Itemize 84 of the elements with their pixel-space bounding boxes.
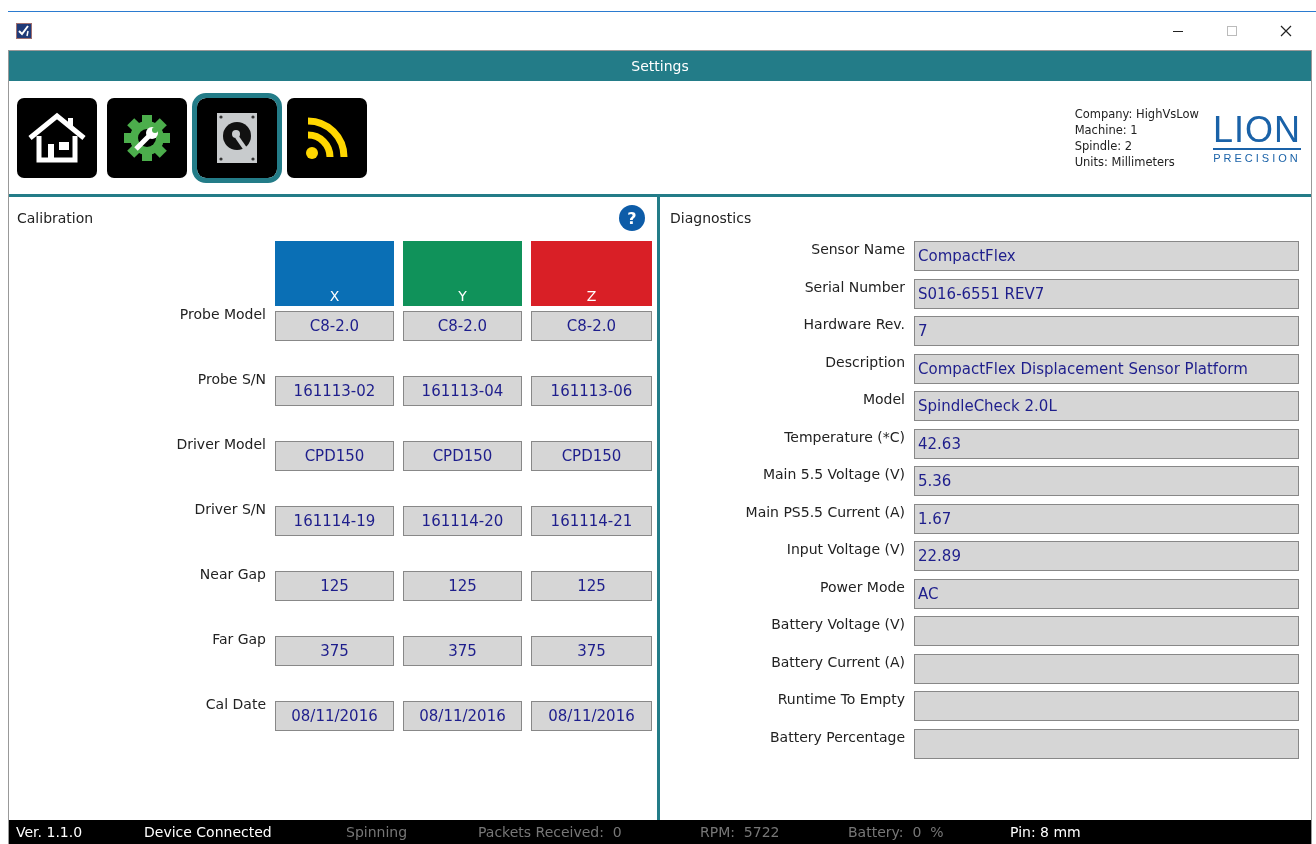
calibration-field[interactable]: CPD150 xyxy=(403,441,522,471)
axis-header: Z xyxy=(531,241,652,306)
app-icon xyxy=(16,23,32,39)
field-label: Driver S/N xyxy=(193,501,266,517)
diagnostic-field[interactable]: 42.63 xyxy=(914,428,1299,459)
calibration-field[interactable]: CPD150 xyxy=(275,441,394,471)
field-label: Temperature (*C) xyxy=(783,428,905,447)
calibration-field[interactable]: 161114-21 xyxy=(531,506,652,536)
home-tool-button[interactable] xyxy=(17,97,97,178)
calibration-field[interactable]: 08/11/2016 xyxy=(403,701,522,731)
calibration-field[interactable]: 125 xyxy=(531,571,652,601)
calibration-field[interactable]: C8-2.0 xyxy=(531,311,652,341)
close-button[interactable] xyxy=(1280,25,1292,37)
field-label: Model xyxy=(861,391,905,409)
calibration-field[interactable]: 08/11/2016 xyxy=(531,701,652,731)
field-label: Description xyxy=(824,353,905,372)
field-label: Battery Voltage (V) xyxy=(770,616,905,634)
field-label: Serial Number xyxy=(803,278,905,297)
diagnostic-field[interactable] xyxy=(914,691,1299,721)
house-icon xyxy=(26,111,88,164)
field-label: Main 5.5 Voltage (V) xyxy=(761,466,905,484)
status-text: RPM: 5722 xyxy=(700,824,781,840)
hard-drive-icon xyxy=(216,111,258,164)
device-info-text: Company: HighVsLow xyxy=(1074,105,1199,122)
calibration-field[interactable]: 375 xyxy=(531,636,652,666)
field-label: Driver Model xyxy=(175,436,266,452)
calibration-field[interactable]: 125 xyxy=(275,571,394,601)
field-label: Power Mode xyxy=(819,578,905,597)
field-label: Cal Date xyxy=(204,696,266,712)
calibration-field[interactable]: 161113-04 xyxy=(403,376,522,406)
field-label: Input Voltage (V) xyxy=(785,541,905,559)
header-title: Settings xyxy=(631,58,689,74)
diagnostic-field[interactable] xyxy=(914,653,1299,684)
field-label: Sensor Name xyxy=(810,241,905,259)
gear-wrench-icon xyxy=(122,112,172,163)
diagnostic-field[interactable]: S016-6551 REV7 xyxy=(914,278,1299,309)
status-text: Spinning xyxy=(346,824,409,840)
diagnostic-field[interactable]: 22.89 xyxy=(914,541,1299,571)
calibration-field[interactable]: 161114-19 xyxy=(275,506,394,536)
calibration-field[interactable]: C8-2.0 xyxy=(275,311,394,341)
diagnostic-field[interactable]: AC xyxy=(914,578,1299,609)
field-label: Probe S/N xyxy=(196,371,266,387)
field-label: Near Gap xyxy=(198,566,266,582)
calibration-field[interactable]: 375 xyxy=(403,636,522,666)
calibration-field[interactable]: 375 xyxy=(275,636,394,666)
diagnostic-field[interactable]: CompactFlex xyxy=(914,241,1299,271)
diagnostic-field[interactable]: CompactFlex Displacement Sensor Platform xyxy=(914,353,1299,384)
calibration-field[interactable]: 161113-06 xyxy=(531,376,652,406)
calibration-field[interactable]: 125 xyxy=(403,571,522,601)
device-info-text: Spindle: 2 xyxy=(1074,137,1134,154)
diagnostic-field[interactable]: 5.36 xyxy=(914,466,1299,496)
axis-header: X xyxy=(275,241,394,306)
calibration-field[interactable]: 161114-20 xyxy=(403,506,522,536)
device-info-text: Machine: 1 xyxy=(1074,121,1139,138)
status-text: Packets Received: 0 xyxy=(478,824,623,840)
diagnostic-field[interactable] xyxy=(914,616,1299,646)
device-info-text: Units: Millimeters xyxy=(1074,153,1176,170)
calibration-field[interactable]: 08/11/2016 xyxy=(275,701,394,731)
axis-header: Y xyxy=(403,241,522,306)
calibration-field[interactable]: C8-2.0 xyxy=(403,311,522,341)
field-label: Main PS5.5 Current (A) xyxy=(744,503,905,522)
field-label: Battery Current (A) xyxy=(770,653,905,672)
logo-tagline: PRECISION xyxy=(1213,151,1301,164)
field-label: Hardware Rev. xyxy=(802,316,905,334)
status-text: Ver. 1.1.0 xyxy=(16,824,84,840)
field-label: Runtime To Empty xyxy=(776,691,905,709)
field-label: Far Gap xyxy=(211,631,266,647)
help-button[interactable]: ? xyxy=(619,205,645,231)
panel-title: Diagnostics xyxy=(670,210,752,226)
logo-name: LION xyxy=(1212,111,1301,150)
field-label: Probe Model xyxy=(178,306,266,322)
status-text: Device Connected xyxy=(144,824,273,840)
calibration-field[interactable]: 161113-02 xyxy=(275,376,394,406)
field-label: Battery Percentage xyxy=(768,728,905,747)
diagnostic-field[interactable]: 1.67 xyxy=(914,503,1299,534)
signal-tool-button[interactable] xyxy=(287,97,367,178)
status-text: Pin: 8 mm xyxy=(1010,824,1081,840)
diagnostic-field[interactable]: SpindleCheck 2.0L xyxy=(914,391,1299,421)
status-text: Battery: 0 % xyxy=(848,824,945,840)
panel-title: Calibration xyxy=(17,210,94,226)
diagnostic-field[interactable] xyxy=(914,728,1299,759)
calibration-field[interactable]: CPD150 xyxy=(531,441,652,471)
diagnostic-field[interactable]: 7 xyxy=(914,316,1299,346)
settings-tool-button[interactable] xyxy=(107,97,187,178)
